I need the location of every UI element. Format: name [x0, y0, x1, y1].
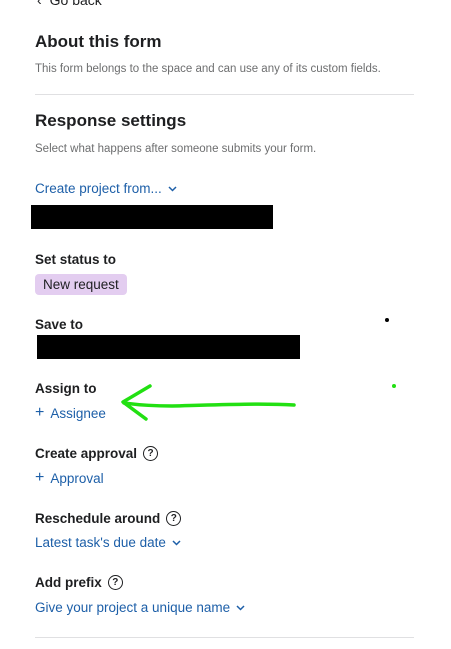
assign-to-label: Assign to: [35, 381, 97, 396]
add-prefix-label: Add prefix ?: [35, 575, 123, 590]
go-back-label: Go back: [49, 0, 102, 8]
chevron-down-icon: [236, 604, 245, 611]
add-prefix-value: Give your project a unique name: [35, 600, 231, 615]
annotation-dot-black: [385, 318, 389, 322]
chevron-down-icon: [172, 539, 181, 546]
redacted-save-location: [37, 335, 300, 359]
create-approval-label: Create approval ?: [35, 446, 159, 461]
help-icon[interactable]: ?: [107, 575, 123, 590]
add-prefix-dropdown[interactable]: Give your project a unique name: [35, 600, 245, 615]
add-assignee-button[interactable]: + Assignee: [35, 405, 106, 421]
about-title: About this form: [35, 32, 162, 51]
reschedule-around-dropdown[interactable]: Latest task's due date: [35, 535, 181, 550]
redacted-project-template: [31, 205, 273, 229]
about-description: This form belongs to the space and can u…: [35, 63, 381, 75]
approval-label: Approval: [50, 470, 104, 486]
create-project-from-label: Create project from...: [35, 181, 162, 196]
reschedule-around-value: Latest task's due date: [35, 535, 166, 550]
section-divider: [35, 637, 414, 638]
chevron-left-icon: ‹: [37, 0, 42, 8]
response-settings-description: Select what happens after someone submit…: [35, 143, 317, 155]
create-project-from-dropdown[interactable]: Create project from...: [35, 181, 177, 196]
add-prefix-text: Add prefix: [35, 575, 102, 590]
help-icon[interactable]: ?: [143, 446, 159, 461]
response-settings-title: Response settings: [35, 111, 187, 130]
help-icon[interactable]: ?: [166, 511, 182, 526]
annotation-arrow-icon: [121, 384, 296, 421]
set-status-label: Set status to: [35, 252, 117, 267]
assignee-label: Assignee: [50, 405, 106, 421]
plus-icon: +: [35, 404, 45, 421]
save-to-label: Save to: [35, 317, 84, 332]
status-badge[interactable]: New request: [35, 274, 127, 295]
plus-icon: +: [35, 469, 45, 486]
reschedule-around-text: Reschedule around: [35, 511, 161, 526]
reschedule-around-label: Reschedule around ?: [35, 511, 182, 526]
add-approval-button[interactable]: + Approval: [35, 470, 104, 486]
chevron-down-icon: [168, 185, 177, 192]
create-approval-text: Create approval: [35, 446, 138, 461]
go-back-link[interactable]: ‹ Go back: [37, 0, 102, 8]
annotation-dot-green: [392, 384, 396, 388]
section-divider: [35, 94, 414, 95]
